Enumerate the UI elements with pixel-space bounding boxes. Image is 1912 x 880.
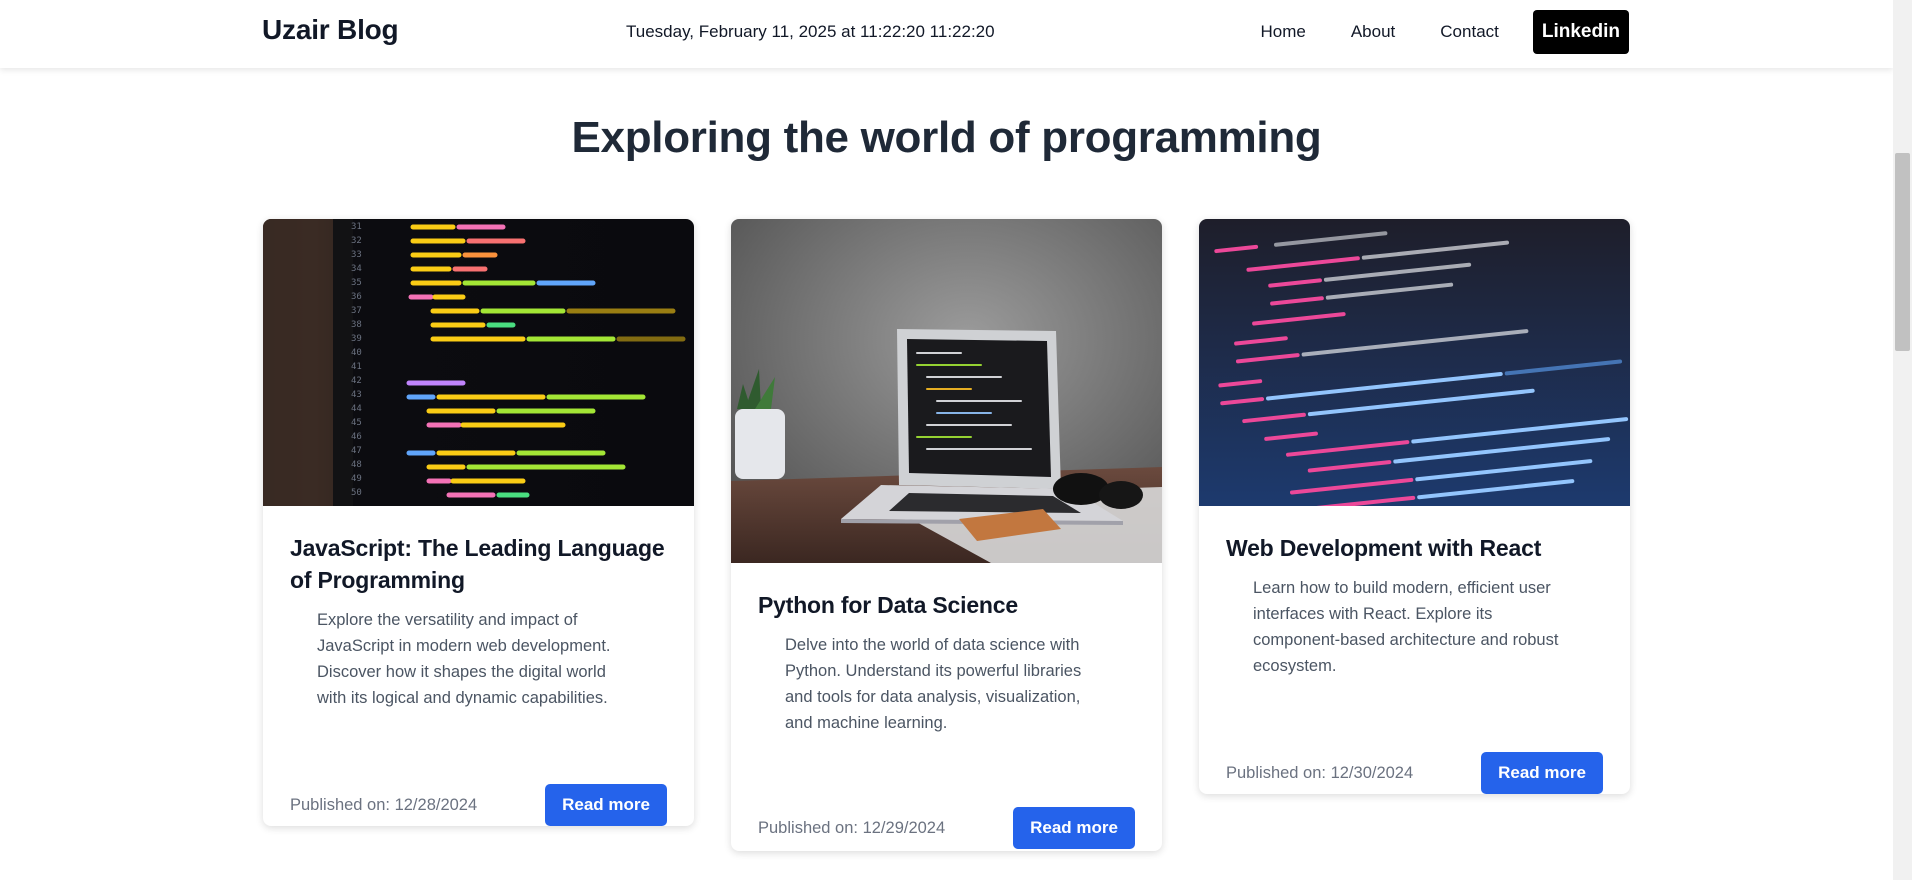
site-header: Uzair Blog Tuesday, February 11, 2025 at… (0, 0, 1893, 68)
svg-text:35: 35 (351, 278, 362, 288)
card-description: Learn how to build modern, efficient use… (1253, 579, 1559, 675)
linkedin-button[interactable]: Linkedin (1532, 10, 1629, 54)
svg-text:33: 33 (351, 250, 362, 260)
card-body: Web Development with React Learn how to … (1199, 532, 1630, 794)
svg-text:49: 49 (351, 474, 362, 484)
page-title: Exploring the world of programming (571, 113, 1322, 162)
card-title[interactable]: JavaScript: The Leading Language of Prog… (290, 532, 667, 596)
svg-text:39: 39 (351, 334, 362, 344)
card-title[interactable]: Python for Data Science (758, 589, 1135, 621)
nav-about-link[interactable]: About (1351, 22, 1395, 42)
svg-text:34: 34 (351, 264, 362, 274)
nav-contact-link[interactable]: Contact (1440, 22, 1499, 42)
svg-text:46: 46 (351, 432, 362, 442)
svg-text:41: 41 (351, 362, 362, 372)
svg-text:43: 43 (351, 390, 362, 400)
publish-date: Published on: 12/29/2024 (758, 818, 946, 837)
card-body: JavaScript: The Leading Language of Prog… (263, 532, 694, 826)
blog-card-react: Web Development with React Learn how to … (1199, 219, 1630, 794)
blog-card-python: Python for Data Science Delve into the w… (731, 219, 1162, 851)
brand-logo[interactable]: Uzair Blog (262, 14, 399, 46)
publish-date: Published on: 12/28/2024 (290, 795, 478, 814)
nav-home-link[interactable]: Home (1260, 22, 1305, 42)
code-editor-image-svg: 31 32 33 34 35 36 37 38 39 40 41 42 43 44 45 46 47 4… (263, 219, 694, 506)
vertical-scrollbar[interactable] (1893, 0, 1912, 880)
read-more-button[interactable]: Read more (1013, 807, 1135, 849)
card-description: Delve into the world of data science wit… (785, 636, 1082, 732)
laptop-desk-image-svg (731, 219, 1162, 563)
scrollbar-thumb[interactable] (1895, 153, 1910, 351)
read-more-button[interactable]: Read more (545, 784, 667, 826)
laptop-desk-image (731, 219, 1162, 563)
svg-text:38: 38 (351, 320, 362, 330)
svg-text:45: 45 (351, 418, 362, 428)
card-title[interactable]: Web Development with React (1226, 532, 1603, 564)
html-code-image-svg (1199, 219, 1630, 506)
main-nav: Home About Contact Linkedin (1215, 10, 1629, 54)
page-viewport: Uzair Blog Tuesday, February 11, 2025 at… (0, 0, 1893, 880)
code-editor-image: 31 32 33 34 35 36 37 38 39 40 41 42 43 44 45 46 47 4… (263, 219, 694, 506)
svg-text:31: 31 (351, 222, 362, 232)
svg-text:36: 36 (351, 292, 362, 302)
html-code-image (1199, 219, 1630, 506)
read-more-button[interactable]: Read more (1481, 752, 1603, 794)
svg-text:40: 40 (351, 348, 362, 358)
svg-text:50: 50 (351, 488, 362, 498)
card-description: Explore the versatility and impact of Ja… (317, 611, 611, 707)
publish-date: Published on: 12/30/2024 (1226, 763, 1414, 782)
svg-text:44: 44 (351, 404, 362, 414)
blog-card-javascript: 31 32 33 34 35 36 37 38 39 40 41 42 43 44 45 46 47 4… (263, 219, 694, 826)
svg-text:48: 48 (351, 460, 362, 470)
card-footer: Published on: 12/28/2024 Read more (290, 784, 667, 826)
svg-text:47: 47 (351, 446, 362, 456)
svg-text:32: 32 (351, 236, 362, 246)
card-footer: Published on: 12/29/2024 Read more (758, 807, 1135, 849)
svg-text:42: 42 (351, 376, 362, 386)
card-footer: Published on: 12/30/2024 Read more (1226, 752, 1603, 794)
current-datetime: Tuesday, February 11, 2025 at 11:22:20 1… (626, 22, 995, 41)
card-body: Python for Data Science Delve into the w… (731, 589, 1162, 851)
svg-text:37: 37 (351, 306, 362, 316)
